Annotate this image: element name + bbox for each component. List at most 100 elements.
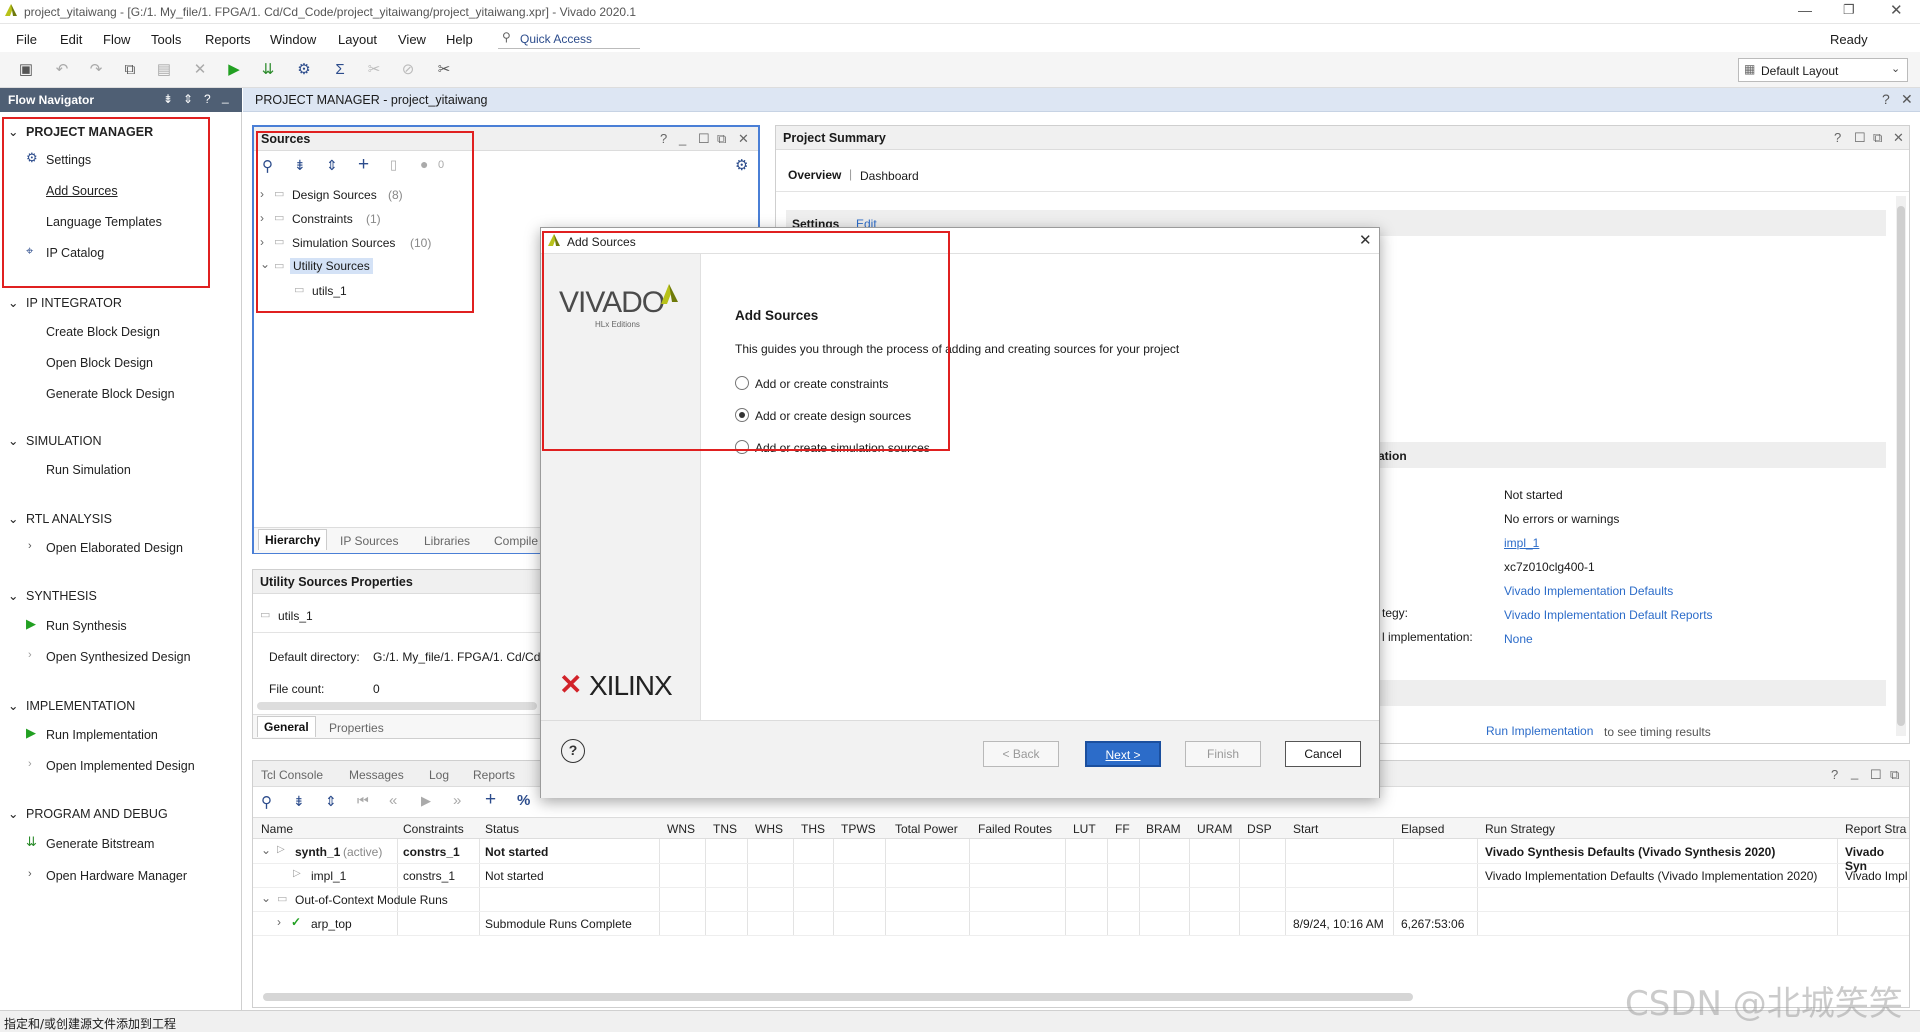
section-chevron-icon[interactable]: ⌄ — [8, 295, 18, 310]
column-header[interactable]: Run Strategy — [1485, 822, 1555, 836]
section-rtl-analysis[interactable]: RTL ANALYSIS — [26, 512, 112, 526]
add-source-icon[interactable]: + — [358, 154, 369, 176]
tree-item-utility-sources[interactable]: ⌄ ▭ Utility Sources — [260, 257, 560, 277]
menu-flow[interactable]: Flow — [103, 32, 130, 47]
section-synthesis[interactable]: SYNTHESIS — [26, 589, 97, 603]
section-chevron-icon[interactable]: ⌄ — [8, 588, 18, 603]
close-icon[interactable]: ✕ — [738, 131, 749, 147]
section-chevron-icon[interactable]: ⌄ — [8, 698, 18, 713]
help-icon[interactable]: ? — [1831, 767, 1838, 782]
run-implementation-link[interactable]: Run Implementation — [1486, 724, 1593, 738]
quick-access-box[interactable]: ⚲ Quick Access — [498, 28, 640, 49]
search-icon[interactable]: ⚲ — [261, 793, 272, 811]
menu-tools[interactable]: Tools — [151, 32, 181, 47]
close-icon[interactable]: ✕ — [1359, 231, 1372, 249]
menu-layout[interactable]: Layout — [338, 32, 377, 47]
horizontal-scrollbar[interactable] — [257, 702, 537, 710]
nav-open-hardware-manager[interactable]: Open Hardware Manager — [46, 869, 187, 883]
nav-settings[interactable]: Settings — [46, 153, 91, 167]
help-icon[interactable]: ? — [1882, 91, 1890, 107]
menu-window[interactable]: Window — [270, 32, 316, 47]
table-row[interactable]: ⌄ ▭ Out-of-Context Module Runs — [253, 888, 1909, 912]
option-constraints[interactable]: Add or create constraints — [735, 375, 1035, 393]
document-icon[interactable]: ▯ — [390, 157, 397, 173]
paste-icon[interactable]: ▤ — [154, 60, 174, 80]
option-simulation-sources[interactable]: Add or create simulation sources — [735, 439, 1035, 457]
help-circle-icon[interactable]: ? — [561, 739, 585, 763]
menu-file[interactable]: File — [16, 32, 37, 47]
nav-run-implementation[interactable]: Run Implementation — [46, 728, 158, 742]
gear-icon[interactable]: ⚙ — [735, 156, 748, 174]
column-header[interactable]: DSP — [1247, 822, 1272, 836]
help-icon[interactable]: ? — [204, 92, 211, 106]
minimize-panel-icon[interactable]: _ — [679, 131, 686, 146]
cut-tool-icon[interactable]: ✂ — [434, 60, 454, 80]
nav-generate-block-design[interactable]: Generate Block Design — [46, 387, 175, 401]
redo-icon[interactable]: ↷ — [86, 60, 106, 80]
menu-edit[interactable]: Edit — [60, 32, 82, 47]
column-header[interactable]: Constraints — [403, 822, 464, 836]
help-icon[interactable]: ? — [1834, 130, 1841, 145]
tab-dashboard[interactable]: Dashboard — [860, 169, 919, 183]
tab-messages[interactable]: Messages — [349, 768, 404, 782]
chevron-right-icon[interactable]: › — [28, 758, 32, 770]
column-header[interactable]: BRAM — [1146, 822, 1181, 836]
column-header[interactable]: FF — [1115, 822, 1130, 836]
column-header[interactable]: URAM — [1197, 822, 1232, 836]
option-design-sources[interactable]: Add or create design sources — [735, 407, 1035, 425]
column-header[interactable]: Status — [485, 822, 519, 836]
maximize-panel-icon[interactable]: ☐ — [698, 131, 710, 147]
section-chevron-icon[interactable]: ⌄ — [8, 124, 18, 139]
layout-select[interactable]: ▦ Default Layout ⌄ — [1738, 58, 1908, 82]
chevron-down-icon[interactable]: ⌄ — [260, 257, 270, 271]
previous-icon[interactable]: « — [389, 792, 397, 809]
section-implementation[interactable]: IMPLEMENTATION — [26, 699, 135, 713]
first-icon[interactable]: ⏮ — [357, 793, 369, 809]
summary-strategy-link[interactable]: Vivado Implementation Defaults — [1504, 584, 1673, 598]
horizontal-scrollbar[interactable] — [263, 993, 1413, 1001]
finish-button[interactable]: Finish — [1185, 741, 1261, 767]
disabled-tool-icon[interactable]: ⊘ — [398, 60, 418, 80]
section-chevron-icon[interactable]: ⌄ — [8, 806, 18, 821]
table-row[interactable]: ⌄ ▷ synth_1 (active) constrs_1 Not start… — [253, 840, 1909, 873]
collapse-all-icon[interactable]: ⇟ — [293, 793, 305, 810]
bitstream-icon[interactable]: ⇊ — [258, 60, 278, 80]
menu-reports[interactable]: Reports — [205, 32, 251, 47]
scrollbar-thumb[interactable] — [1897, 206, 1905, 726]
cross-tool-icon[interactable]: ✂ — [364, 60, 384, 80]
nav-run-simulation[interactable]: Run Simulation — [46, 463, 131, 477]
minimize-panel-icon[interactable]: _ — [222, 90, 229, 104]
open-project-icon[interactable]: ▣ — [16, 60, 36, 80]
run-icon[interactable]: ▶ — [224, 60, 244, 80]
close-window-icon[interactable]: ✕ — [1890, 1, 1903, 19]
maximize-panel-icon[interactable]: ☐ — [1854, 130, 1866, 146]
chevron-right-icon[interactable]: › — [28, 649, 32, 661]
tab-hierarchy[interactable]: Hierarchy — [258, 529, 328, 550]
summary-impl-link[interactable]: impl_1 — [1504, 536, 1539, 550]
chevron-right-icon[interactable]: › — [260, 187, 264, 201]
nav-generate-bitstream[interactable]: Generate Bitstream — [46, 837, 154, 851]
play-icon[interactable]: ▶ — [421, 793, 431, 809]
nav-run-synthesis[interactable]: Run Synthesis — [46, 619, 127, 633]
copy-icon[interactable]: ⧉ — [120, 60, 140, 80]
section-ip-integrator[interactable]: IP INTEGRATOR — [26, 296, 122, 310]
column-header[interactable]: LUT — [1073, 822, 1096, 836]
nav-add-sources[interactable]: Add Sources — [46, 184, 118, 198]
undo-icon[interactable]: ↶ — [52, 60, 72, 80]
section-chevron-icon[interactable]: ⌄ — [8, 511, 18, 526]
nav-open-synthesized-design[interactable]: Open Synthesized Design — [46, 650, 191, 664]
column-header[interactable]: Name — [261, 822, 293, 836]
settings-gear-icon[interactable]: ⚙ — [294, 60, 314, 80]
sigma-icon[interactable]: Σ — [330, 60, 350, 80]
chevron-down-icon[interactable]: ⌄ — [261, 891, 271, 905]
nav-create-block-design[interactable]: Create Block Design — [46, 325, 160, 339]
add-run-icon[interactable]: + — [485, 789, 496, 811]
section-program-and-debug[interactable]: PROGRAM AND DEBUG — [26, 807, 168, 821]
table-row[interactable]: ▷ impl_1 constrs_1 Not started Vivado Im… — [253, 864, 1909, 888]
minimize-panel-icon[interactable]: _ — [1851, 765, 1858, 780]
float-panel-icon[interactable]: ⧉ — [1890, 767, 1899, 783]
tab-compile-order[interactable]: Compile — [494, 534, 538, 548]
tab-ip-sources[interactable]: IP Sources — [340, 534, 398, 548]
maximize-panel-icon[interactable]: ☐ — [1870, 767, 1882, 783]
next-icon[interactable]: » — [453, 792, 461, 809]
